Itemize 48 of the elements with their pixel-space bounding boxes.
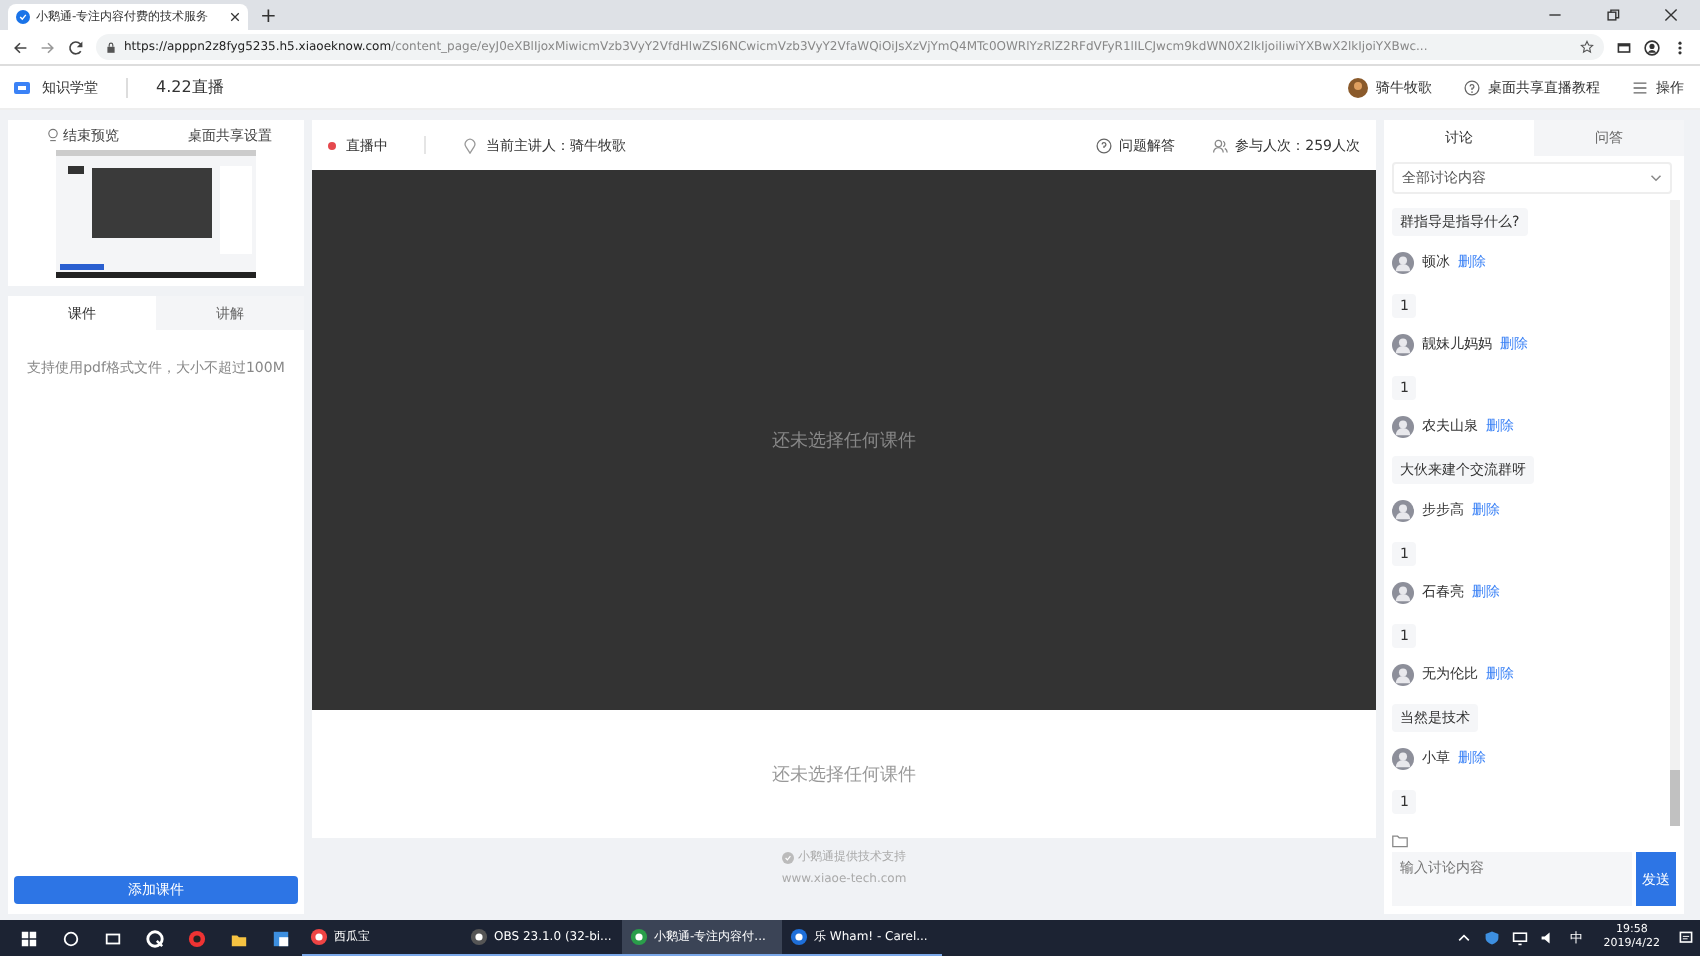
volume-icon[interactable] bbox=[1539, 930, 1556, 946]
avatar-icon bbox=[1392, 333, 1414, 355]
menu-icon bbox=[1632, 79, 1648, 96]
close-icon[interactable] bbox=[230, 11, 240, 22]
app-icon bbox=[310, 928, 328, 946]
pin-icon bbox=[462, 137, 478, 153]
app-icon bbox=[790, 928, 808, 946]
extension-icon[interactable] bbox=[1616, 39, 1632, 56]
search-icon[interactable] bbox=[62, 929, 80, 947]
notification-icon[interactable] bbox=[1678, 930, 1694, 946]
site-icon bbox=[16, 9, 30, 24]
close-icon[interactable] bbox=[1664, 7, 1678, 22]
restore-icon[interactable] bbox=[1606, 7, 1620, 22]
empty-video-message: 还未选择任何课件 bbox=[772, 429, 916, 453]
help-icon bbox=[1464, 79, 1480, 96]
new-tab-button[interactable]: + bbox=[260, 3, 277, 30]
avatar-icon bbox=[1392, 663, 1414, 685]
chevron-icon[interactable] bbox=[1455, 930, 1472, 946]
people-icon bbox=[1211, 137, 1228, 153]
lock-icon bbox=[106, 41, 116, 54]
caret-icon bbox=[1650, 172, 1662, 184]
avatar-icon bbox=[1392, 747, 1414, 769]
task-view-icon[interactable] bbox=[104, 929, 122, 947]
account-icon[interactable] bbox=[1644, 39, 1660, 56]
app-icon[interactable] bbox=[272, 929, 290, 947]
forward-icon[interactable] bbox=[40, 39, 56, 56]
scrollbar-thumb[interactable] bbox=[1670, 770, 1680, 826]
back-icon[interactable] bbox=[12, 39, 28, 56]
avatar-icon bbox=[1392, 581, 1414, 603]
logo-icon bbox=[12, 77, 32, 98]
avatar-icon bbox=[1392, 251, 1414, 273]
app-icon bbox=[630, 928, 648, 946]
network-icon[interactable] bbox=[1511, 930, 1528, 946]
reload-icon[interactable] bbox=[68, 39, 84, 56]
live-title: 4.22直播 bbox=[156, 76, 224, 99]
bulb-icon bbox=[45, 128, 59, 142]
check-icon bbox=[782, 851, 794, 863]
windows-icon[interactable] bbox=[20, 929, 38, 947]
avatar-icon bbox=[1348, 77, 1368, 98]
shield-icon[interactable] bbox=[1483, 930, 1500, 946]
folder-icon[interactable] bbox=[230, 929, 248, 947]
browser-icon[interactable] bbox=[146, 929, 164, 947]
avatar-icon bbox=[1392, 499, 1414, 521]
help-icon bbox=[1095, 137, 1112, 153]
app-icon bbox=[470, 928, 488, 946]
empty-slide-message: 还未选择任何课件 bbox=[772, 763, 916, 787]
avatar-icon bbox=[1392, 415, 1414, 437]
star-icon[interactable] bbox=[1580, 40, 1594, 55]
